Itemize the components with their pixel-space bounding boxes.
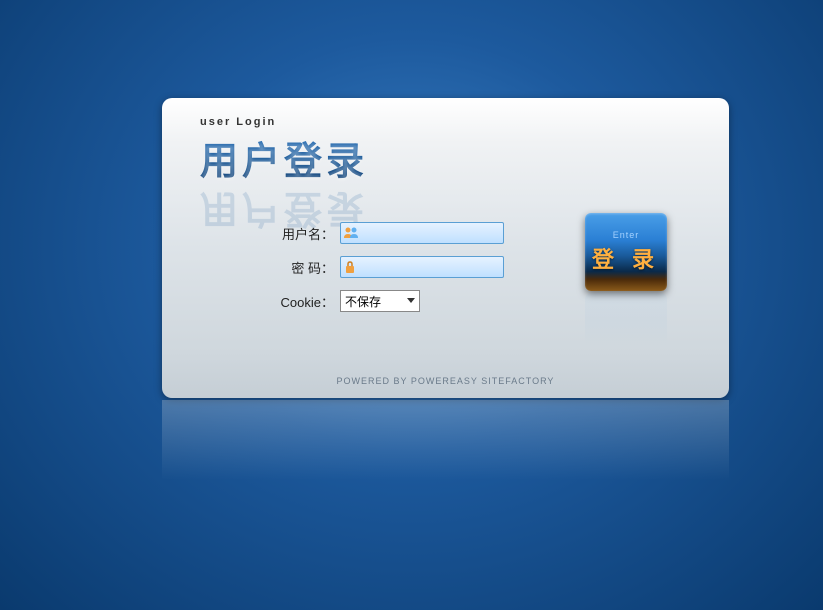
cookie-select[interactable]: 不保存 <box>340 290 420 312</box>
subtitle-text: user Login <box>200 116 729 128</box>
password-input[interactable] <box>357 257 520 277</box>
login-card: user Login 用户登录 用户登录 用户名： 密 <box>162 98 729 398</box>
username-row: 用户名： <box>274 222 504 244</box>
user-icon <box>343 224 359 242</box>
login-form: 用户名： 密 码： <box>274 222 504 324</box>
card-reflection <box>162 400 729 500</box>
username-label: 用户名： <box>274 224 334 243</box>
card-header: user Login 用户登录 用户登录 <box>162 98 729 185</box>
footer-text: POWERED BY POWEREASY SITEFACTORY <box>162 376 729 386</box>
password-label: 密 码： <box>274 258 334 277</box>
chevron-down-icon <box>403 291 419 311</box>
username-input[interactable] <box>359 223 522 243</box>
username-input-wrap[interactable] <box>340 222 504 244</box>
password-input-wrap[interactable] <box>340 256 504 278</box>
login-button-reflection <box>585 293 667 371</box>
login-button[interactable]: Enter 登 录 <box>585 213 667 291</box>
cookie-row: Cookie： 不保存 <box>274 290 504 312</box>
title-wrap: 用户登录 用户登录 <box>200 130 368 185</box>
password-row: 密 码： <box>274 256 504 278</box>
cookie-selected-text: 不保存 <box>341 293 403 310</box>
login-button-text: 登 录 <box>592 242 660 274</box>
login-button-subtitle: Enter <box>613 230 640 240</box>
title-text: 用户登录 <box>200 130 368 185</box>
lock-icon <box>343 258 357 276</box>
cookie-label: Cookie： <box>274 292 334 311</box>
